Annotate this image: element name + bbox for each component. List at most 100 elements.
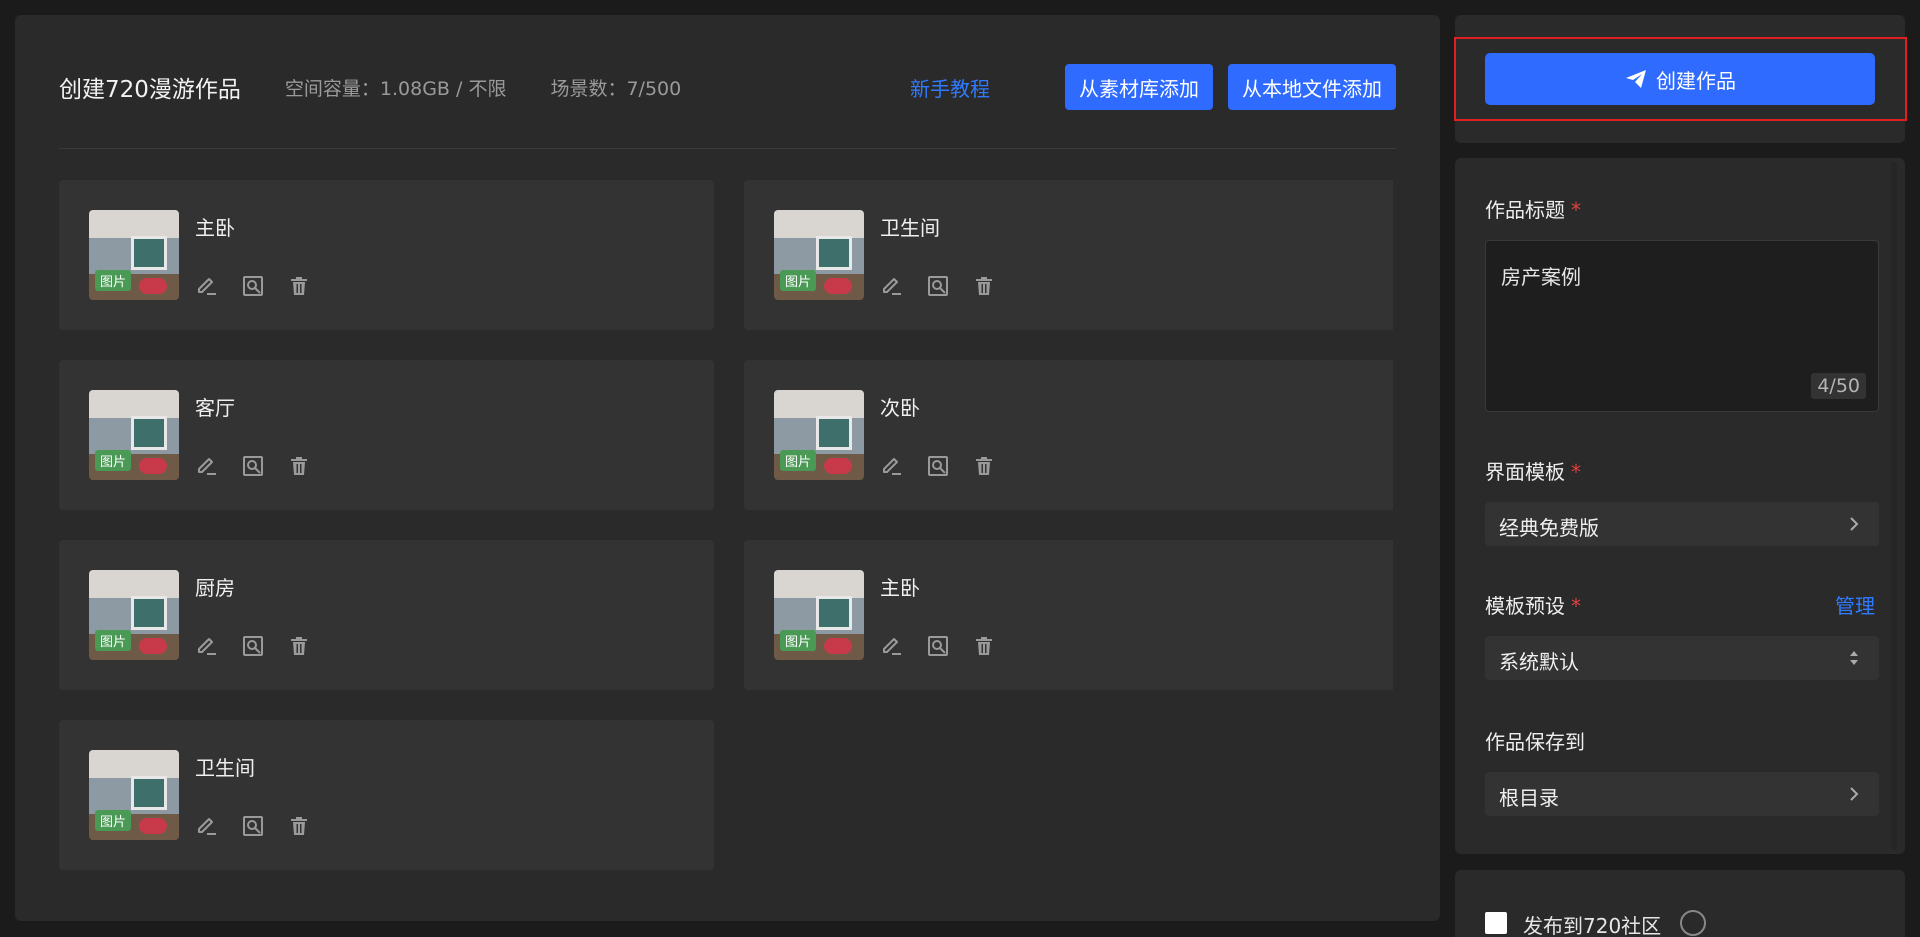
create-work-button[interactable]: 创建作品 [1485, 53, 1875, 105]
pencil-icon[interactable] [195, 454, 219, 478]
magnify-icon[interactable] [241, 454, 265, 478]
thumb-window [131, 236, 167, 270]
required-mark: * [1571, 198, 1581, 222]
title-value: 房产案例 [1501, 265, 1581, 289]
paper-plane-icon [1626, 70, 1646, 88]
create-work-label: 创建作品 [1656, 68, 1736, 93]
thumb-accent [824, 458, 852, 474]
magnify-icon[interactable] [926, 274, 950, 298]
image-badge: 图片 [780, 630, 817, 651]
add-from-library-button[interactable]: 从素材库添加 [1065, 64, 1213, 110]
thumb-ceiling [774, 390, 864, 418]
save-location-label: 作品保存到 [1485, 726, 1585, 755]
thumb-window [816, 416, 852, 450]
title-label-text: 作品标题 [1485, 198, 1565, 222]
scene-actions [195, 454, 311, 478]
scene-card[interactable]: 图片 客厅 [59, 360, 714, 510]
image-badge: 图片 [95, 810, 132, 831]
magnify-icon[interactable] [926, 454, 950, 478]
preset-select[interactable]: 系统默认 [1485, 636, 1879, 680]
template-label-text: 界面模板 [1485, 460, 1565, 484]
publish-panel: 发布到720社区 [1455, 870, 1905, 937]
scene-card[interactable]: 图片 卫生间 [744, 180, 1393, 330]
template-field-label: 界面模板 * [1485, 456, 1581, 485]
pencil-icon[interactable] [195, 814, 219, 838]
storage-capacity: 空间容量：1.08GB / 不限 [284, 77, 507, 100]
help-icon[interactable] [1680, 910, 1706, 936]
add-from-local-button[interactable]: 从本地文件添加 [1228, 64, 1396, 110]
thumb-window [816, 236, 852, 270]
preset-field-label: 模板预设 * [1485, 590, 1581, 619]
thumb-ceiling [89, 750, 179, 778]
scene-thumbnail[interactable]: 图片 [774, 570, 864, 660]
trash-icon[interactable] [287, 814, 311, 838]
trash-icon[interactable] [972, 634, 996, 658]
scene-thumbnail[interactable]: 图片 [774, 210, 864, 300]
scene-card[interactable]: 图片 次卧 [744, 360, 1393, 510]
scene-name: 主卧 [195, 216, 235, 240]
preset-value: 系统默认 [1499, 650, 1579, 674]
pencil-icon[interactable] [880, 454, 904, 478]
scene-name: 厨房 [195, 576, 235, 600]
thumb-ceiling [89, 390, 179, 418]
thumb-window [131, 776, 167, 810]
scene-thumbnail[interactable]: 图片 [89, 390, 179, 480]
scene-card[interactable]: 图片 卫生间 [59, 720, 714, 870]
scene-actions [195, 814, 311, 838]
trash-icon[interactable] [972, 274, 996, 298]
title-char-count: 4/50 [1811, 373, 1866, 399]
pencil-icon[interactable] [195, 274, 219, 298]
title-textarea[interactable]: 房产案例 4/50 [1485, 240, 1879, 412]
image-badge: 图片 [95, 630, 132, 651]
image-badge: 图片 [95, 450, 132, 471]
scene-actions [195, 634, 311, 658]
scene-thumbnail[interactable]: 图片 [89, 570, 179, 660]
scene-thumbnail[interactable]: 图片 [89, 210, 179, 300]
thumb-accent [824, 278, 852, 294]
scene-manager-panel: 创建720漫游作品 空间容量：1.08GB / 不限 场景数：7/500 新手教… [15, 15, 1440, 921]
scene-thumbnail[interactable]: 图片 [774, 390, 864, 480]
magnify-icon[interactable] [241, 274, 265, 298]
tutorial-link[interactable]: 新手教程 [910, 73, 990, 102]
publish-checkbox[interactable] [1485, 912, 1507, 934]
preset-manage-link[interactable]: 管理 [1835, 590, 1875, 619]
thumb-window [816, 596, 852, 630]
template-select[interactable]: 经典免费版 [1485, 502, 1879, 546]
pencil-icon[interactable] [880, 274, 904, 298]
create-panel: 创建作品 [1454, 15, 1907, 143]
scene-card[interactable]: 图片 主卧 [744, 540, 1393, 690]
scene-name: 卫生间 [195, 756, 255, 780]
form-scrollbar[interactable] [1891, 162, 1897, 850]
scene-card[interactable]: 图片 厨房 [59, 540, 714, 690]
scene-name: 卫生间 [880, 216, 940, 240]
image-badge: 图片 [780, 270, 817, 291]
thumb-accent [139, 278, 167, 294]
trash-icon[interactable] [287, 454, 311, 478]
trash-icon[interactable] [287, 634, 311, 658]
save-location-select[interactable]: 根目录 [1485, 772, 1879, 816]
publish-label: 发布到720社区 [1523, 914, 1662, 937]
scene-count: 场景数：7/500 [550, 77, 682, 100]
trash-icon[interactable] [287, 274, 311, 298]
magnify-icon[interactable] [926, 634, 950, 658]
pencil-icon[interactable] [880, 634, 904, 658]
scene-thumbnail[interactable]: 图片 [89, 750, 179, 840]
template-value: 经典免费版 [1499, 516, 1599, 540]
trash-icon[interactable] [972, 454, 996, 478]
title-field-label: 作品标题 * [1485, 194, 1581, 223]
sort-icon [1843, 646, 1865, 670]
chevron-right-icon [1843, 782, 1865, 806]
work-settings-form: 作品标题 * 房产案例 4/50 界面模板 * 经典免费版 模板预设 * 管理 系统默… [1455, 158, 1905, 854]
scene-grid: 图片 主卧 图片 卫生间 图片 客厅 图片 次卧 图片 厨房 图片 主卧 图片 … [59, 180, 1394, 870]
required-mark: * [1571, 460, 1581, 484]
thumb-window [131, 596, 167, 630]
save-location-value: 根目录 [1499, 786, 1559, 810]
scene-actions [880, 634, 996, 658]
thumb-accent [824, 638, 852, 654]
page-title: 创建720漫游作品 [59, 77, 241, 103]
magnify-icon[interactable] [241, 634, 265, 658]
magnify-icon[interactable] [241, 814, 265, 838]
scene-card[interactable]: 图片 主卧 [59, 180, 714, 330]
scene-actions [195, 274, 311, 298]
pencil-icon[interactable] [195, 634, 219, 658]
